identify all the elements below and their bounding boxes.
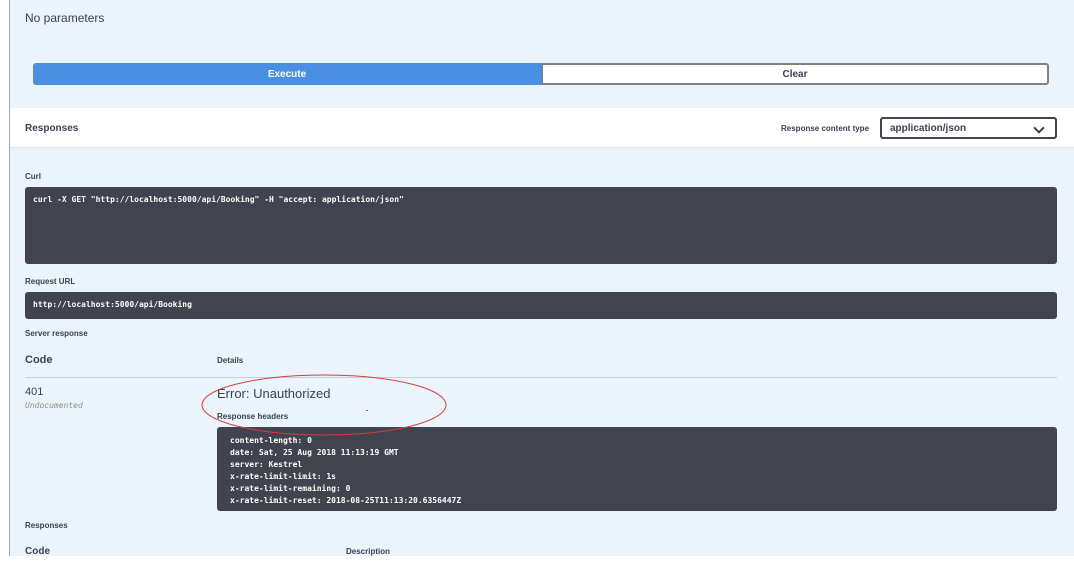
response-content-type-value: application/json [890, 122, 967, 134]
curl-command: curl -X GET "http://localhost:5000/api/B… [25, 187, 1057, 264]
execute-button[interactable]: Execute [33, 63, 541, 85]
responses-footer-label: Responses [25, 521, 68, 530]
request-url-label: Request URL [25, 277, 76, 286]
responses-title: Responses [25, 123, 79, 134]
operation-block: No parameters Execute Clear Responses Re… [9, 0, 1074, 556]
execute-wrapper: Execute Clear [33, 63, 1049, 85]
response-headers-box: content-length: 0 date: Sat, 25 Aug 2018… [217, 427, 1057, 511]
request-url-value: http://localhost:5000/api/Booking [25, 292, 1057, 319]
responses-header-bar: Responses Response content type applicat… [10, 108, 1074, 148]
curl-label: Curl [25, 172, 41, 181]
server-response-label: Server response [25, 329, 88, 338]
no-parameters-text: No parameters [25, 11, 105, 25]
response-code: 401 [25, 386, 44, 398]
annotation-ellipse [201, 374, 447, 436]
annotation-dot [366, 410, 368, 411]
footer-description-header: Description [346, 547, 391, 556]
details-column-header: Details [217, 356, 244, 365]
undocumented-note: Undocumented [25, 401, 83, 410]
footer-code-header: Code [25, 546, 50, 556]
clear-button[interactable]: Clear [541, 63, 1049, 85]
table-divider [25, 377, 1057, 378]
chevron-down-icon [1033, 122, 1045, 134]
response-content-type-label: Response content type [781, 124, 870, 133]
code-column-header: Code [25, 354, 53, 366]
response-content-type-select[interactable]: application/json [880, 117, 1057, 139]
